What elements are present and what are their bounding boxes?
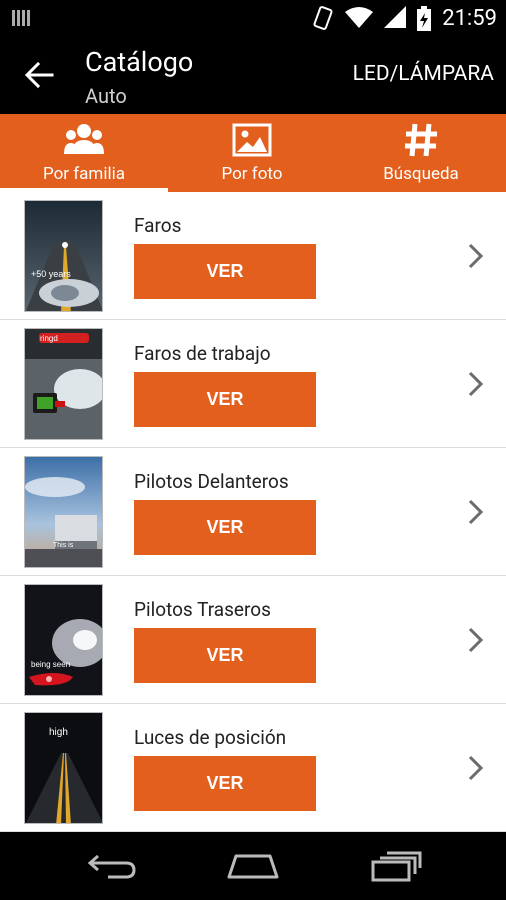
home-nav-icon[interactable] [226,850,280,880]
group-icon [64,124,104,154]
tab-label: Por familia [42,164,125,184]
thumbnail-text: +50 years [31,269,71,279]
recent-apps-icon[interactable] [370,850,422,882]
thumbnail-faros-de-trabajo: ringd [24,328,103,440]
list-item[interactable]: high Luces de posición VER [0,704,506,832]
signal-icon [384,6,406,28]
list-item[interactable]: being seen Pilotos Traseros VER [0,576,506,704]
led-lampara-action[interactable]: LED/LÁMPARA [353,62,494,86]
list-item[interactable]: This is Pilotos Delanteros VER [0,448,506,576]
ver-button[interactable]: VER [134,756,316,811]
item-name: Faros de trabajo [134,342,271,365]
chevron-right-icon[interactable] [465,625,487,655]
wifi-icon [345,7,373,28]
tab-bar: Por familia Por foto Búsqueda [0,114,506,192]
page-subtitle: Auto [85,84,127,108]
tab-por-familia[interactable]: Por familia [0,114,168,192]
thumbnail-text: high [49,727,68,738]
back-arrow-icon[interactable] [22,58,56,92]
thumbnail-pilotos-traseros: being seen [24,584,103,696]
list-item[interactable]: +50 years Faros VER [0,192,506,320]
thumbnail-faros: +50 years [24,200,103,312]
status-bar: 21:59 [0,0,506,36]
list-item[interactable]: ringd Faros de trabajo VER [0,320,506,448]
ver-button[interactable]: VER [134,628,316,683]
ver-button[interactable]: VER [134,500,316,555]
ver-button[interactable]: VER [134,244,316,299]
item-name: Luces de posición [134,726,287,749]
notification-icon [12,10,30,26]
tab-por-foto[interactable]: Por foto [168,114,336,192]
thumbnail-text: ringd [40,334,58,343]
image-icon [232,123,272,157]
battery-icon [417,6,431,31]
back-nav-icon[interactable] [86,850,138,880]
item-name: Pilotos Delanteros [134,470,289,493]
chevron-right-icon[interactable] [465,497,487,527]
thumbnail-text: This is [53,542,74,549]
chevron-right-icon[interactable] [465,369,487,399]
thumbnail-luces-de-posicion: high [24,712,103,824]
tab-label: Búsqueda [383,164,459,184]
app-bar: Catálogo Auto LED/LÁMPARA [0,36,506,114]
catalog-list: +50 years Faros VER ringd Faros de traba… [0,192,506,832]
tab-busqueda[interactable]: Búsqueda [336,114,506,192]
item-name: Faros [134,214,182,237]
tab-label: Por foto [221,164,283,184]
thumbnail-text: being seen [31,660,70,669]
ver-button[interactable]: VER [134,372,316,427]
chevron-right-icon[interactable] [465,241,487,271]
thumbnail-pilotos-delanteros: This is [24,456,103,568]
page-title: Catálogo [85,46,194,78]
hash-icon [405,123,437,157]
vibrate-icon [313,6,333,30]
navigation-bar [0,832,506,900]
chevron-right-icon[interactable] [465,753,487,783]
item-name: Pilotos Traseros [134,598,271,621]
status-time: 21:59 [442,6,497,31]
